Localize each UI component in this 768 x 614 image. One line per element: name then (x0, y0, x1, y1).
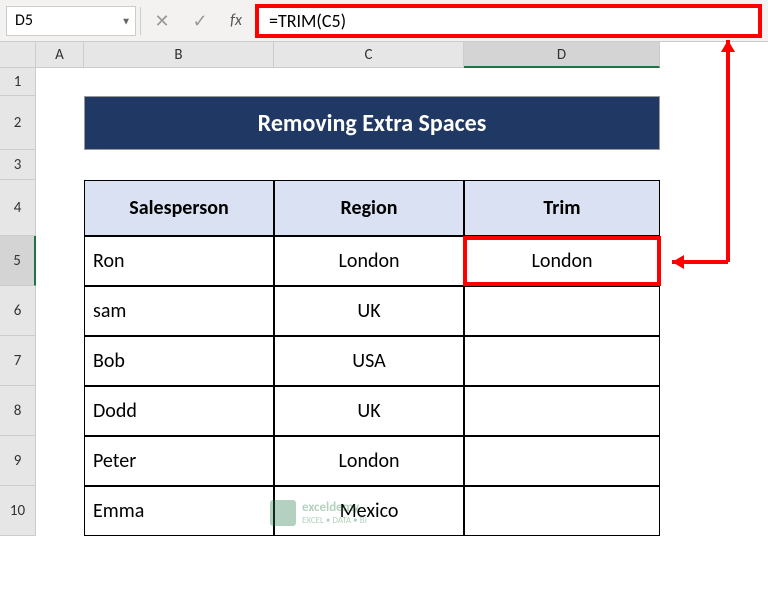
select-all-corner[interactable] (0, 42, 36, 68)
cell-A3[interactable] (36, 150, 84, 180)
cell-A5[interactable] (36, 236, 84, 286)
cell-A10[interactable] (36, 486, 84, 536)
cell-A9[interactable] (36, 436, 84, 486)
watermark-brand: exceldemy (302, 500, 367, 515)
title-cell[interactable]: Removing Extra Spaces (84, 96, 660, 150)
formula-bar: D5 ▼ ✕ ✓ fx =TRIM(C5) (0, 0, 768, 42)
cell-A2[interactable] (36, 96, 84, 150)
cancel-formula-icon[interactable]: ✕ (145, 6, 179, 36)
cell-A4[interactable] (36, 180, 84, 236)
cell-B3[interactable] (84, 150, 274, 180)
cell-C7[interactable]: USA (274, 336, 464, 386)
cell-C3[interactable] (274, 150, 464, 180)
row-header-8[interactable]: 8 (0, 386, 36, 436)
row-header-4[interactable]: 4 (0, 180, 36, 236)
cell-C5[interactable]: London (274, 236, 464, 286)
cell-B8[interactable]: Dodd (84, 386, 274, 436)
col-header-D[interactable]: D (464, 42, 660, 68)
col-header-B[interactable]: B (84, 42, 274, 68)
cell-B7[interactable]: Bob (84, 336, 274, 386)
cell-B5[interactable]: Ron (84, 236, 274, 286)
rows: 1 2 Removing Extra Spaces 3 4 Salesperso… (0, 68, 768, 536)
name-box-dropdown-icon[interactable]: ▼ (121, 14, 131, 27)
row-header-6[interactable]: 6 (0, 286, 36, 336)
cell-C8[interactable]: UK (274, 386, 464, 436)
header-trim[interactable]: Trim (464, 180, 660, 236)
cell-A7[interactable] (36, 336, 84, 386)
row-header-3[interactable]: 3 (0, 150, 36, 180)
row-header-5[interactable]: 5 (0, 236, 36, 286)
formula-text: =TRIM(C5) (269, 10, 346, 32)
name-box-value: D5 (15, 11, 33, 30)
cell-C6[interactable]: UK (274, 286, 464, 336)
divider (140, 7, 141, 35)
cell-A6[interactable] (36, 286, 84, 336)
cell-D8[interactable] (464, 386, 660, 436)
cell-B1[interactable] (84, 68, 274, 96)
cell-D6[interactable] (464, 286, 660, 336)
watermark: exceldemy EXCEL • DATA • BI (270, 500, 367, 526)
cell-B6[interactable]: sam (84, 286, 274, 336)
cell-A8[interactable] (36, 386, 84, 436)
name-box[interactable]: D5 ▼ (6, 6, 136, 36)
row-header-2[interactable]: 2 (0, 96, 36, 150)
watermark-tag: EXCEL • DATA • BI (302, 515, 367, 526)
cell-D10[interactable] (464, 486, 660, 536)
watermark-icon (270, 500, 296, 526)
row-header-10[interactable]: 10 (0, 486, 36, 536)
fx-icon[interactable]: fx (221, 11, 251, 30)
cell-D3[interactable] (464, 150, 660, 180)
cell-A1[interactable] (36, 68, 84, 96)
cell-C9[interactable]: London (274, 436, 464, 486)
enter-formula-icon[interactable]: ✓ (183, 6, 217, 36)
header-region[interactable]: Region (274, 180, 464, 236)
title-text: Removing Extra Spaces (258, 109, 487, 138)
cell-D1[interactable] (464, 68, 660, 96)
header-salesperson[interactable]: Salesperson (84, 180, 274, 236)
cell-B10[interactable]: Emma (84, 486, 274, 536)
formula-input[interactable]: =TRIM(C5) (255, 4, 762, 38)
cell-B9[interactable]: Peter (84, 436, 274, 486)
col-header-A[interactable]: A (36, 42, 84, 68)
spreadsheet-grid: A B C D 1 2 Removing Extra Spaces 3 4 Sa (0, 42, 768, 536)
cell-D9[interactable] (464, 436, 660, 486)
row-header-1[interactable]: 1 (0, 68, 36, 96)
cell-C1[interactable] (274, 68, 464, 96)
row-header-9[interactable]: 9 (0, 436, 36, 486)
col-header-C[interactable]: C (274, 42, 464, 68)
cell-D7[interactable] (464, 336, 660, 386)
column-headers: A B C D (36, 42, 768, 68)
cell-D5-active[interactable]: London (464, 236, 660, 286)
row-header-7[interactable]: 7 (0, 336, 36, 386)
